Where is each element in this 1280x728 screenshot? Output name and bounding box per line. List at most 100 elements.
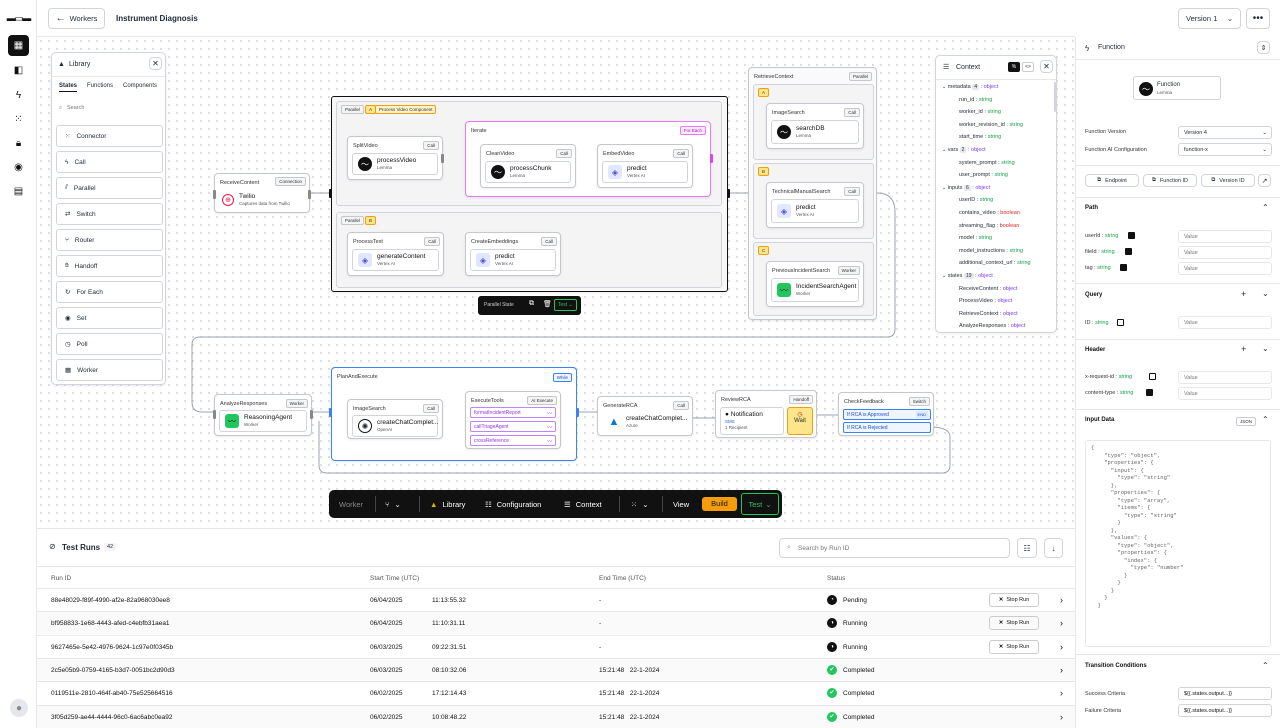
percent-toggle-icon[interactable]: % — [1008, 62, 1020, 72]
nav-document-icon[interactable]: ▤ — [8, 181, 29, 202]
add-icon[interactable]: + — [1241, 289, 1246, 299]
more-options-icon[interactable]: ••• — [1246, 8, 1270, 29]
input-port[interactable] — [329, 408, 332, 417]
chevron-right-icon[interactable]: › — [1060, 712, 1063, 722]
tool-item[interactable]: formatIncidentReport 〰 — [470, 407, 556, 418]
run-search-input[interactable] — [798, 542, 1003, 555]
table-row[interactable]: 88e48029-f89f-4990-af2e-82a968030ee8 06/0… — [37, 588, 1075, 611]
external-link-icon[interactable]: ↗ — [1258, 174, 1271, 187]
configuration-button[interactable]: ☷ Configuration — [485, 490, 541, 518]
node-check-feedback[interactable]: CheckFeedback Switch If RCA is Approved … — [838, 392, 934, 436]
node-embed-video[interactable]: EmbedVideo Call ◈ predict Vertex AI — [597, 144, 693, 188]
node-clean-video[interactable]: CleanVideo Call 〜 processChunk Lemma — [480, 144, 576, 188]
nav-connector-icon[interactable]: ⁙ — [8, 109, 29, 130]
node-generate-rca[interactable]: GenerateRCA Call ▲ createChatComplet... A… — [597, 396, 693, 436]
library-item-router[interactable]: ⑂ Router — [56, 229, 163, 251]
table-row[interactable]: bf958833-1e68-4443-afed-c4ebfb31aea1 06/0… — [37, 611, 1075, 635]
library-button[interactable]: ▲ Library — [430, 490, 465, 518]
context-row[interactable]: ReceiveContent : object — [959, 286, 1017, 292]
output-port[interactable] — [310, 410, 313, 419]
library-item-parallel[interactable]: ⫽ Parallel — [56, 177, 163, 199]
context-row[interactable]: worker_id : string — [959, 109, 1001, 115]
context-row[interactable]: user_prompt : string — [959, 172, 1008, 178]
context-button[interactable]: ☰ Context — [564, 490, 602, 518]
run-search-box[interactable]: ⌕ — [779, 538, 1010, 558]
close-icon[interactable]: ✕ — [1040, 60, 1053, 73]
back-to-workers-button[interactable]: ← Workers — [48, 8, 105, 29]
param-value-input[interactable] — [1178, 246, 1272, 259]
tab-states[interactable]: States — [59, 83, 78, 92]
library-item-for-each[interactable]: ↻ For Each — [56, 281, 163, 303]
switch-case[interactable]: If RCA is Approved END — [843, 409, 931, 420]
node-process-text[interactable]: ProcessText Call ◈ generateContent Vertex… — [347, 232, 444, 276]
context-row[interactable]: run_id : string — [959, 97, 992, 103]
nav-bolt-icon[interactable]: ϟ — [8, 85, 29, 106]
context-row[interactable]: userID : string — [959, 197, 993, 203]
table-row[interactable]: 3f05d259-ae44-4444-96c0-6ac6abc0ea92 06/0… — [37, 704, 1075, 728]
node-split-video[interactable]: SplitVideo Call 〜 processVideo Lemma — [347, 136, 444, 180]
nav-lock-icon[interactable]: 🔒︎ — [8, 133, 29, 154]
node-technical-manual-search[interactable]: TechnicalManualSearch Call ◈ predict Vert… — [766, 182, 864, 228]
chevron-up-icon[interactable]: ⌃ — [1262, 661, 1269, 670]
code-toggle-icon[interactable]: <> — [1022, 62, 1034, 72]
param-value-input[interactable] — [1178, 230, 1272, 243]
context-row[interactable]: model : string — [959, 235, 992, 241]
chevron-right-icon[interactable]: › — [1060, 618, 1063, 628]
node-analyze-responses[interactable]: AnalyzeResponses Worker 〰 ReasoningAgent… — [213, 394, 313, 436]
ai-config-select[interactable]: function-x ⌄ — [1178, 143, 1272, 156]
library-item-connector[interactable]: ⁙ Connector — [56, 125, 163, 147]
view-button[interactable]: View — [673, 490, 689, 518]
chevron-down-icon[interactable]: ⌄ — [1262, 344, 1269, 353]
build-button[interactable]: Build — [702, 497, 737, 511]
node-create-embeddings[interactable]: CreateEmbeddings Call ◈ predict Vertex AI — [465, 232, 561, 276]
input-port[interactable] — [213, 410, 216, 419]
param-value-input[interactable] — [1178, 262, 1272, 275]
library-item-worker[interactable]: ▦ Worker — [56, 359, 163, 381]
required-checkbox[interactable] — [1149, 373, 1156, 380]
parallel-test-button[interactable]: Test ⌄ — [554, 299, 577, 311]
context-row[interactable]: worker_revision_id : string — [959, 122, 1023, 128]
version-select[interactable]: Version 1 ⌄ — [1178, 8, 1241, 29]
context-row[interactable]: start_time : string — [959, 134, 1001, 140]
output-port[interactable] — [727, 189, 730, 198]
connector-dropdown[interactable]: ⁙ ⌄ — [631, 490, 649, 518]
filter-icon[interactable]: ☷ — [1017, 538, 1037, 558]
node-previous-incident-search[interactable]: PreviousIncidentSearch Worker 〰 Incident… — [766, 261, 864, 307]
chevron-up-icon[interactable]: ⌃ — [1262, 415, 1269, 424]
context-row[interactable]: ⌄ inputs 6 : object — [942, 184, 990, 191]
nav-dashboard-icon[interactable]: ◧ — [8, 60, 29, 81]
context-row[interactable]: model_instructions : string — [959, 248, 1023, 254]
context-row[interactable]: RetrieveContext : object — [959, 311, 1018, 317]
stop-run-button[interactable]: ✕ Stop Run — [989, 639, 1039, 654]
chevron-right-icon[interactable]: › — [1060, 688, 1063, 698]
library-item-handoff[interactable]: ✋︎ Handoff — [56, 255, 163, 277]
table-row[interactable]: 2c5e05b9-0759-4165-b3d7-0051bc2d90d3 06/0… — [37, 657, 1075, 681]
test-button[interactable]: Test ⌄ — [741, 493, 779, 515]
add-icon[interactable]: + — [1241, 344, 1246, 354]
context-row[interactable]: ⌄ vars 2 : object — [942, 147, 986, 153]
output-port[interactable] — [710, 154, 713, 163]
user-avatar-icon[interactable]: ● — [10, 699, 28, 717]
tab-components[interactable]: Components — [123, 83, 157, 89]
stop-run-button[interactable]: ✕ Stop Run — [989, 593, 1039, 607]
tool-item[interactable]: crossReference 〰 — [470, 435, 556, 446]
context-row[interactable]: additional_context_url : string — [959, 260, 1031, 266]
required-checkbox[interactable] — [1125, 248, 1132, 255]
trash-icon[interactable]: 🗑︎ — [543, 300, 552, 308]
param-value-input[interactable] — [1178, 371, 1272, 384]
library-item-switch[interactable]: ⇄ Switch — [56, 203, 163, 225]
library-item-set[interactable]: ◉ Set — [56, 307, 163, 329]
param-value-input[interactable] — [1178, 387, 1272, 400]
required-checkbox[interactable] — [1120, 264, 1127, 271]
context-row[interactable]: AnalyzeResponses : object — [959, 323, 1025, 329]
required-checkbox[interactable] — [1128, 232, 1135, 239]
tool-item[interactable]: callTriageAgent 〰 — [470, 421, 556, 432]
context-row[interactable]: ⌄ metadata 4 : object — [942, 84, 998, 90]
table-row[interactable]: 9627465e-5e42-4976-9624-1c97e0f0345b 06/0… — [37, 634, 1075, 658]
function-id-button[interactable]: ⧉ Function ID — [1143, 174, 1197, 187]
chevron-down-icon[interactable]: ⌄ — [1262, 289, 1269, 298]
tab-functions[interactable]: Functions — [87, 83, 113, 89]
chevron-right-icon[interactable]: › — [1060, 642, 1063, 652]
node-image-search-openai[interactable]: ImageSearch Call ✺ createChatComplet... O… — [347, 399, 443, 439]
node-execute-tools[interactable]: ExecuteTools AI Execute formatIncidentRe… — [465, 391, 561, 449]
